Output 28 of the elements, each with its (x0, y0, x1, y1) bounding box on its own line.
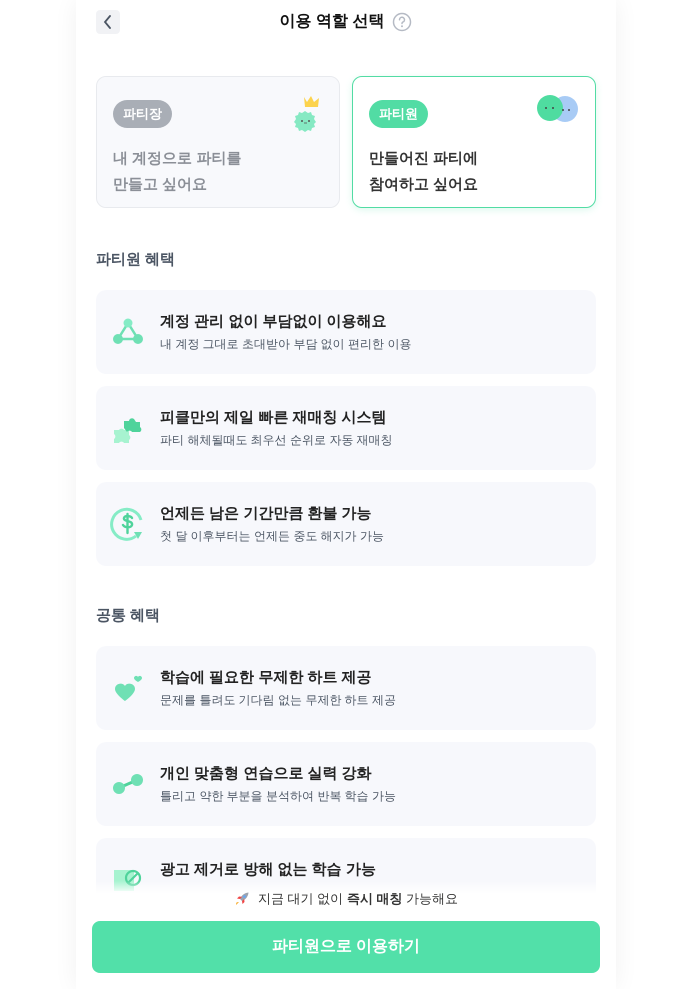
section-heading: 파티원 혜택 (96, 250, 176, 270)
back-button[interactable] (96, 10, 120, 34)
role-card[interactable]: 파티원 만들어진 파티에 참여하고 싶어요 (352, 76, 596, 208)
benefit-description: 내 계정 그대로 초대받아 부담 없이 편리한 이용 (160, 336, 412, 353)
role-card[interactable]: 파티장 내 계정으로 파티를 만들고 싶어요 (96, 76, 340, 208)
rocket-icon (234, 891, 250, 907)
benefit-title: 계정 관리 없이 부담없이 이용해요 (160, 312, 388, 332)
benefit-title: 피클만의 제일 빠른 재매칭 시스템 (160, 408, 388, 428)
page-title: 이용 역할 선택 (280, 12, 384, 32)
role-description: 만들어진 파티에 참여하고 싶어요 (369, 148, 480, 194)
benefit-title: 언제든 남은 기간만큼 환불 가능 (160, 504, 373, 524)
no-ads-icon (113, 869, 143, 891)
notice-text: 지금 대기 없이 즉시 매칭 가능해요 (258, 890, 458, 908)
back-icon (102, 15, 114, 29)
section-heading: 공통 혜택 (96, 606, 162, 626)
benefit-title: 학습에 필요한 무제한 하트 제공 (160, 668, 373, 688)
benefit-description: 첫 달 이후부터는 언제든 중도 해지가 가능 (160, 528, 384, 545)
benefit-description: 틀리고 약한 부분을 분석하여 반복 학습 가능 (160, 788, 396, 805)
triangle-nodes-icon (113, 318, 143, 346)
benefit-description: 파티 해체될때도 최우선 순위로 자동 재매칭 (160, 432, 393, 449)
dumbbell-icon (112, 772, 144, 796)
role-description: 내 계정으로 파티를 만들고 싶어요 (113, 148, 242, 194)
role-badge: 파티장 (113, 100, 172, 128)
join-button[interactable]: 파티원으로 이용하기 (92, 921, 600, 973)
role-badge: 파티원 (369, 100, 428, 128)
benefit-title: 광고 제거로 방해 없는 학습 가능 (160, 860, 376, 880)
benefit-description: 문제를 틀려도 기다림 없는 무제한 하트 제공 (160, 692, 396, 709)
benefit-title: 개인 맞춤형 연습으로 실력 강화 (160, 764, 373, 784)
